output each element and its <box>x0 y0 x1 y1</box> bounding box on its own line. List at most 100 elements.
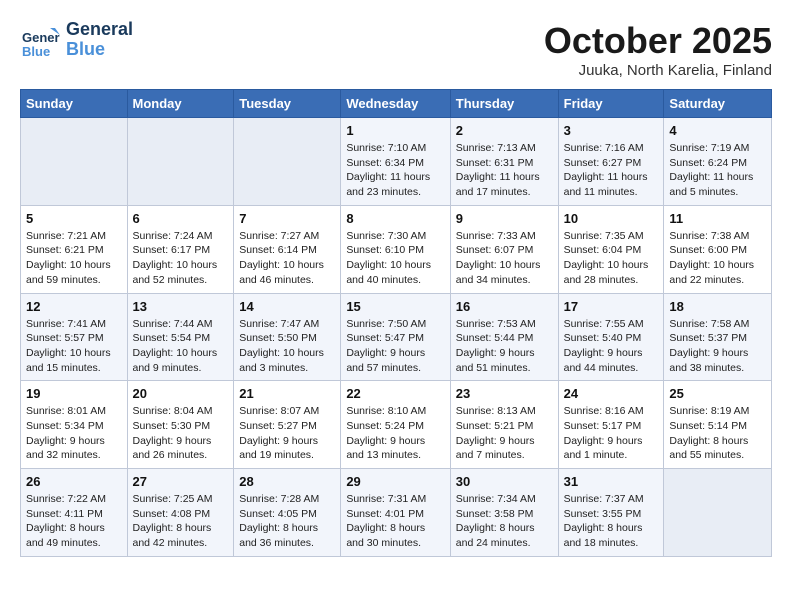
calendar-cell: 24 Sunrise: 8:16 AM Sunset: 5:17 PM Dayli… <box>558 381 664 469</box>
day-number: 6 <box>133 211 229 226</box>
day-number: 17 <box>564 299 659 314</box>
day-number: 8 <box>346 211 444 226</box>
day-number: 30 <box>456 474 553 489</box>
day-number: 14 <box>239 299 335 314</box>
calendar-cell <box>234 118 341 206</box>
title-block: October 2025 Juuka, North Karelia, Finla… <box>544 20 772 79</box>
calendar-cell: 12 Sunrise: 7:41 AM Sunset: 5:57 PM Dayli… <box>21 293 128 381</box>
weekday-header-wednesday: Wednesday <box>341 90 450 118</box>
calendar-cell: 27 Sunrise: 7:25 AM Sunset: 4:08 PM Dayli… <box>127 469 234 557</box>
calendar-week-0: 1 Sunrise: 7:10 AM Sunset: 6:34 PM Daylig… <box>21 118 772 206</box>
day-number: 16 <box>456 299 553 314</box>
weekday-header-tuesday: Tuesday <box>234 90 341 118</box>
location: Juuka, North Karelia, Finland <box>544 62 772 79</box>
day-info: Sunrise: 7:25 AM Sunset: 4:08 PM Dayligh… <box>133 492 229 551</box>
day-info: Sunrise: 7:16 AM Sunset: 6:27 PM Dayligh… <box>564 141 659 200</box>
day-info: Sunrise: 7:55 AM Sunset: 5:40 PM Dayligh… <box>564 317 659 376</box>
logo-general: General <box>66 20 133 40</box>
calendar-cell: 6Sunrise: 7:24 AM Sunset: 6:17 PM Daylig… <box>127 205 234 293</box>
day-info: Sunrise: 8:19 AM Sunset: 5:14 PM Dayligh… <box>669 404 766 463</box>
day-number: 3 <box>564 123 659 138</box>
calendar-cell: 25Sunrise: 8:19 AM Sunset: 5:14 PM Dayli… <box>664 381 772 469</box>
calendar-table: SundayMondayTuesdayWednesdayThursdayFrid… <box>20 89 772 557</box>
day-number: 24 <box>564 386 659 401</box>
day-number: 2 <box>456 123 553 138</box>
day-info: Sunrise: 7:34 AM Sunset: 3:58 PM Dayligh… <box>456 492 553 551</box>
day-number: 18 <box>669 299 766 314</box>
month-title: October 2025 <box>544 20 772 62</box>
calendar-cell: 21 Sunrise: 8:07 AM Sunset: 5:27 PM Dayli… <box>234 381 341 469</box>
day-info: Sunrise: 7:31 AM Sunset: 4:01 PM Dayligh… <box>346 492 444 551</box>
calendar-week-2: 12 Sunrise: 7:41 AM Sunset: 5:57 PM Dayli… <box>21 293 772 381</box>
day-number: 15 <box>346 299 444 314</box>
day-number: 9 <box>456 211 553 226</box>
svg-text:General: General <box>22 30 60 45</box>
day-info: Sunrise: 8:01 AM Sunset: 5:34 PM Dayligh… <box>26 404 122 463</box>
day-info: Sunrise: 7:47 AM Sunset: 5:50 PM Dayligh… <box>239 317 335 376</box>
day-number: 10 <box>564 211 659 226</box>
calendar-cell: 8 Sunrise: 7:30 AM Sunset: 6:10 PM Daylig… <box>341 205 450 293</box>
page-header: General Blue General Blue October 2025 J… <box>20 20 772 79</box>
calendar-week-1: 5Sunrise: 7:21 AM Sunset: 6:21 PM Daylig… <box>21 205 772 293</box>
day-number: 12 <box>26 299 122 314</box>
weekday-header-thursday: Thursday <box>450 90 558 118</box>
calendar-cell: 23Sunrise: 8:13 AM Sunset: 5:21 PM Dayli… <box>450 381 558 469</box>
day-number: 7 <box>239 211 335 226</box>
day-info: Sunrise: 7:30 AM Sunset: 6:10 PM Dayligh… <box>346 229 444 288</box>
weekday-header-sunday: Sunday <box>21 90 128 118</box>
day-info: Sunrise: 7:33 AM Sunset: 6:07 PM Dayligh… <box>456 229 553 288</box>
day-number: 27 <box>133 474 229 489</box>
calendar-cell: 4 Sunrise: 7:19 AM Sunset: 6:24 PM Daylig… <box>664 118 772 206</box>
day-number: 31 <box>564 474 659 489</box>
weekday-header-saturday: Saturday <box>664 90 772 118</box>
calendar-cell: 29Sunrise: 7:31 AM Sunset: 4:01 PM Dayli… <box>341 469 450 557</box>
day-info: Sunrise: 7:41 AM Sunset: 5:57 PM Dayligh… <box>26 317 122 376</box>
day-number: 1 <box>346 123 444 138</box>
day-number: 23 <box>456 386 553 401</box>
day-number: 28 <box>239 474 335 489</box>
day-info: Sunrise: 7:28 AM Sunset: 4:05 PM Dayligh… <box>239 492 335 551</box>
calendar-cell: 1 Sunrise: 7:10 AM Sunset: 6:34 PM Daylig… <box>341 118 450 206</box>
calendar-cell: 9 Sunrise: 7:33 AM Sunset: 6:07 PM Daylig… <box>450 205 558 293</box>
calendar-header-row: SundayMondayTuesdayWednesdayThursdayFrid… <box>21 90 772 118</box>
day-number: 5 <box>26 211 122 226</box>
day-number: 21 <box>239 386 335 401</box>
day-info: Sunrise: 7:38 AM Sunset: 6:00 PM Dayligh… <box>669 229 766 288</box>
logo-blue: Blue <box>66 40 133 60</box>
logo: General Blue General Blue <box>20 20 133 60</box>
day-info: Sunrise: 7:58 AM Sunset: 5:37 PM Dayligh… <box>669 317 766 376</box>
calendar-cell: 19Sunrise: 8:01 AM Sunset: 5:34 PM Dayli… <box>21 381 128 469</box>
calendar-cell <box>127 118 234 206</box>
calendar-cell: 14 Sunrise: 7:47 AM Sunset: 5:50 PM Dayli… <box>234 293 341 381</box>
calendar-cell: 5Sunrise: 7:21 AM Sunset: 6:21 PM Daylig… <box>21 205 128 293</box>
calendar-cell: 22 Sunrise: 8:10 AM Sunset: 5:24 PM Dayli… <box>341 381 450 469</box>
day-number: 20 <box>133 386 229 401</box>
day-number: 4 <box>669 123 766 138</box>
day-info: Sunrise: 8:10 AM Sunset: 5:24 PM Dayligh… <box>346 404 444 463</box>
calendar-cell: 18 Sunrise: 7:58 AM Sunset: 5:37 PM Dayli… <box>664 293 772 381</box>
day-info: Sunrise: 7:37 AM Sunset: 3:55 PM Dayligh… <box>564 492 659 551</box>
day-info: Sunrise: 7:27 AM Sunset: 6:14 PM Dayligh… <box>239 229 335 288</box>
day-info: Sunrise: 7:19 AM Sunset: 6:24 PM Dayligh… <box>669 141 766 200</box>
svg-text:Blue: Blue <box>22 44 50 59</box>
day-number: 22 <box>346 386 444 401</box>
calendar-week-4: 26Sunrise: 7:22 AM Sunset: 4:11 PM Dayli… <box>21 469 772 557</box>
calendar-cell: 28 Sunrise: 7:28 AM Sunset: 4:05 PM Dayli… <box>234 469 341 557</box>
calendar-cell: 10 Sunrise: 7:35 AM Sunset: 6:04 PM Dayli… <box>558 205 664 293</box>
day-info: Sunrise: 7:35 AM Sunset: 6:04 PM Dayligh… <box>564 229 659 288</box>
day-info: Sunrise: 7:22 AM Sunset: 4:11 PM Dayligh… <box>26 492 122 551</box>
day-info: Sunrise: 8:16 AM Sunset: 5:17 PM Dayligh… <box>564 404 659 463</box>
day-info: Sunrise: 7:10 AM Sunset: 6:34 PM Dayligh… <box>346 141 444 200</box>
calendar-cell: 17 Sunrise: 7:55 AM Sunset: 5:40 PM Dayli… <box>558 293 664 381</box>
day-info: Sunrise: 8:07 AM Sunset: 5:27 PM Dayligh… <box>239 404 335 463</box>
day-number: 11 <box>669 211 766 226</box>
calendar-week-3: 19Sunrise: 8:01 AM Sunset: 5:34 PM Dayli… <box>21 381 772 469</box>
weekday-header-monday: Monday <box>127 90 234 118</box>
calendar-cell <box>21 118 128 206</box>
day-number: 13 <box>133 299 229 314</box>
calendar-cell: 15Sunrise: 7:50 AM Sunset: 5:47 PM Dayli… <box>341 293 450 381</box>
calendar-cell: 7 Sunrise: 7:27 AM Sunset: 6:14 PM Daylig… <box>234 205 341 293</box>
calendar-cell: 16Sunrise: 7:53 AM Sunset: 5:44 PM Dayli… <box>450 293 558 381</box>
calendar-body: 1 Sunrise: 7:10 AM Sunset: 6:34 PM Daylig… <box>21 118 772 557</box>
logo-icon: General Blue <box>20 20 60 60</box>
